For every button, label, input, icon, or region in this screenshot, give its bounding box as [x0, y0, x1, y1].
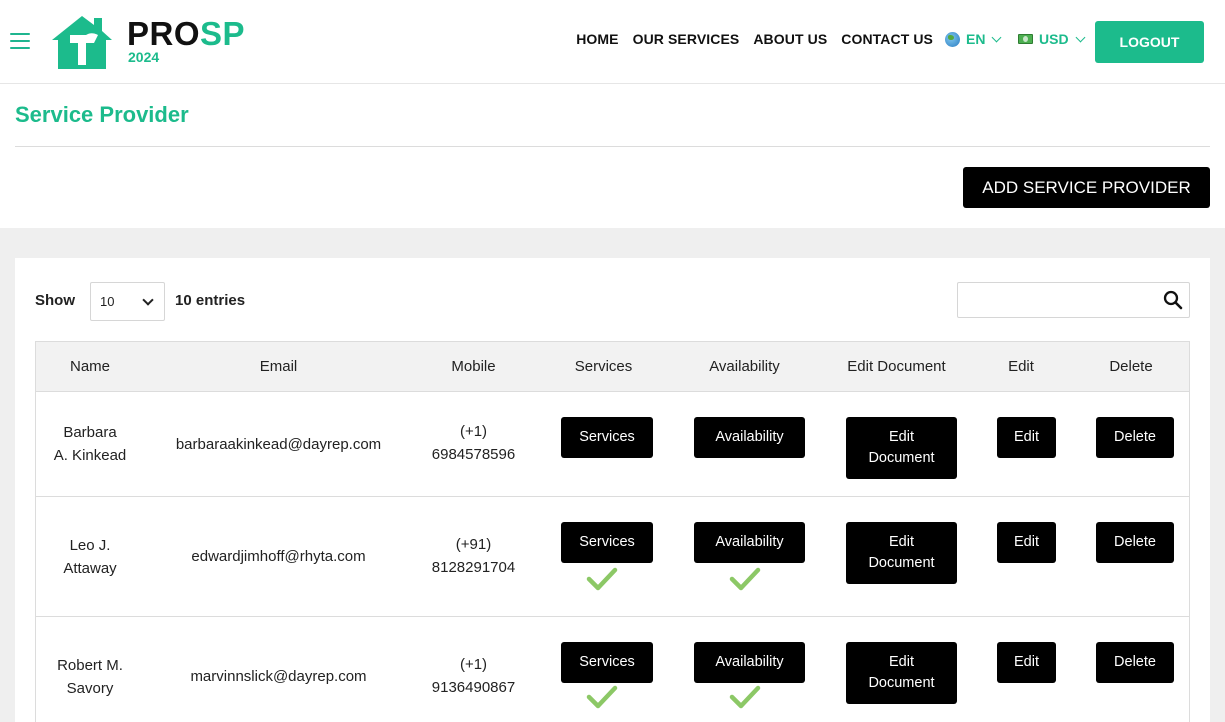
provider-mobile: (+91) 8128291704 [431, 536, 516, 576]
delete-button[interactable]: Delete [1096, 642, 1174, 683]
nav-about-us[interactable]: ABOUT US [753, 31, 827, 47]
provider-email: edwardjimhoff@rhyta.com [191, 548, 366, 565]
brand-year: 2024 [128, 49, 160, 65]
chevron-down-icon [992, 32, 1002, 42]
language-selector[interactable]: EN [945, 31, 1002, 47]
edit-document-button[interactable]: Edit Document [846, 642, 957, 704]
entries-label: 10 entries [175, 292, 246, 309]
search-box [957, 282, 1190, 318]
chevron-down-icon [142, 294, 154, 306]
delete-button[interactable]: Delete [1096, 417, 1174, 458]
title-divider [15, 146, 1210, 147]
chevron-down-icon [1075, 32, 1086, 42]
provider-email: marvinnslick@dayrep.com [190, 668, 367, 685]
delete-button[interactable]: Delete [1096, 522, 1174, 563]
checkmark-icon [586, 685, 618, 709]
edit-button[interactable]: Edit [997, 522, 1056, 563]
show-label: Show [35, 292, 75, 309]
services-button[interactable]: Services [561, 417, 653, 458]
nav-our-services[interactable]: OUR SERVICES [633, 31, 740, 47]
money-icon [1018, 34, 1033, 44]
services-button[interactable]: Services [561, 522, 653, 563]
currency-selector[interactable]: USD [1018, 31, 1086, 47]
site-header: PROSP 2024 HOME OUR SERVICES ABOUT US CO… [0, 0, 1225, 84]
main-nav: HOME OUR SERVICES ABOUT US CONTACT US [562, 31, 933, 47]
provider-name: Leo J. Attaway [63, 537, 117, 577]
page-size-select[interactable]: 10 [90, 282, 165, 321]
nav-home[interactable]: HOME [576, 31, 618, 47]
language-label: EN [966, 31, 986, 47]
provider-mobile: (+1) 6984578596 [431, 423, 516, 463]
availability-button[interactable]: Availability [694, 642, 805, 683]
services-button[interactable]: Services [561, 642, 653, 683]
table-row: Barbara A. Kinkead barbaraakinkead@dayrep… [36, 392, 1189, 497]
provider-email: barbaraakinkead@dayrep.com [175, 436, 382, 453]
service-provider-table: Name Email Mobile Services Availability … [35, 341, 1190, 722]
column-header-delete[interactable]: Delete [1091, 342, 1171, 392]
column-header-availability[interactable]: Availability [681, 342, 808, 392]
column-header-edit[interactable]: Edit [991, 342, 1051, 392]
column-header-edit-document[interactable]: Edit Document [824, 342, 969, 392]
edit-document-button[interactable]: Edit Document [846, 522, 957, 584]
column-header-name[interactable]: Name [36, 342, 144, 392]
search-icon[interactable] [1163, 290, 1183, 310]
provider-mobile: (+1) 9136490867 [431, 656, 516, 696]
table-row: Robert M. Savory marvinnslick@dayrep.com … [36, 617, 1189, 722]
availability-button[interactable]: Availability [694, 522, 805, 563]
provider-name: Robert M. Savory [57, 657, 123, 697]
edit-button[interactable]: Edit [997, 642, 1056, 683]
table-row: Leo J. Attaway edwardjimhoff@rhyta.com (+… [36, 497, 1189, 617]
search-input[interactable] [964, 287, 1159, 313]
checkmark-icon [586, 567, 618, 591]
checkmark-icon [729, 567, 761, 591]
availability-button[interactable]: Availability [694, 417, 805, 458]
page-size-value: 10 [100, 294, 115, 309]
logout-button[interactable]: LOGOUT [1095, 21, 1204, 63]
page-title: Service Provider [15, 102, 189, 127]
table-header: Name Email Mobile Services Availability … [36, 342, 1189, 392]
nav-contact-us[interactable]: CONTACT US [841, 31, 933, 47]
edit-button[interactable]: Edit [997, 417, 1056, 458]
currency-label: USD [1039, 31, 1069, 47]
column-header-mobile[interactable]: Mobile [416, 342, 531, 392]
column-header-services[interactable]: Services [541, 342, 666, 392]
checkmark-icon [729, 685, 761, 709]
column-header-email[interactable]: Email [151, 342, 406, 392]
menu-icon[interactable] [10, 33, 30, 49]
brand-name: PROSP [127, 15, 246, 52]
add-service-provider-button[interactable]: ADD SERVICE PROVIDER [963, 167, 1210, 208]
house-hammer-icon [52, 16, 112, 69]
edit-document-button[interactable]: Edit Document [846, 417, 957, 479]
brand-logo[interactable]: PROSP 2024 [50, 13, 250, 71]
globe-icon [945, 31, 960, 47]
provider-name: Barbara A. Kinkead [53, 424, 127, 464]
